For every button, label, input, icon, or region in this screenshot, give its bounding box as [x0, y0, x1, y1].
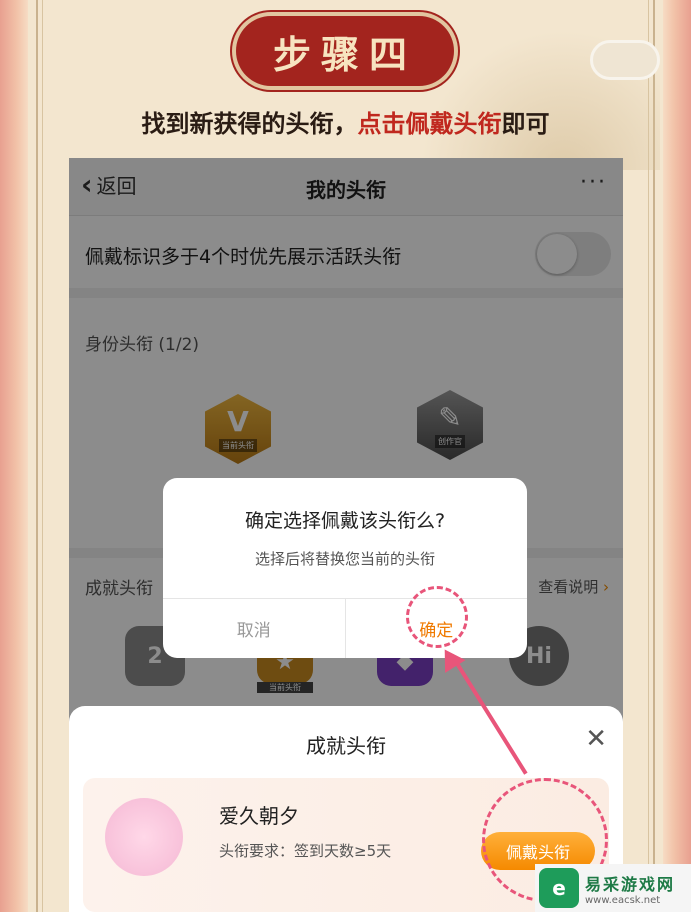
instruction-highlight: 点击佩戴头衔 — [357, 109, 502, 138]
title-name: 爱久朝夕 — [219, 804, 299, 828]
step-seal: 步骤四 — [236, 16, 454, 86]
dialog-buttons: 取消 确定 — [163, 598, 527, 658]
watermark-text: 易采游戏网 www.eacsk.net — [585, 871, 675, 906]
sheet-title: 成就头衔 — [306, 734, 386, 758]
step-title: 步骤四 — [272, 31, 417, 77]
title-requirement: 头衔要求：签到天数≥5天 — [219, 842, 392, 860]
cloud-decoration — [590, 40, 660, 80]
site-logo-icon: e — [539, 868, 579, 908]
dialog-title: 确定选择佩戴该头衔么? — [244, 510, 446, 532]
cancel-button[interactable]: 取消 — [163, 599, 346, 658]
title-illustration — [105, 798, 183, 876]
watermark-url: www.eacsk.net — [585, 894, 661, 906]
site-watermark: e 易采游戏网 www.eacsk.net — [535, 864, 691, 912]
close-icon[interactable]: ✕ — [585, 726, 607, 752]
watermark-name: 易采游戏网 — [585, 874, 676, 894]
instruction-text: 找到新获得的头衔，点击佩戴头衔即可 — [0, 104, 691, 139]
confirm-dialog: 确定选择佩戴该头衔么? 选择后将替换您当前的头衔 取消 确定 — [163, 478, 527, 658]
instruction-prefix: 找到新获得的头衔， — [141, 109, 358, 138]
dialog-message: 选择后将替换您当前的头衔 — [254, 550, 435, 568]
annotation-circle-confirm — [406, 586, 468, 648]
instruction-suffix: 即可 — [501, 109, 550, 138]
